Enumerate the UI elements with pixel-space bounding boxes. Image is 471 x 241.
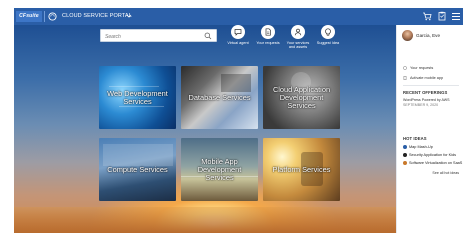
idea-icon [403, 145, 407, 149]
top-bar: CFsuite CLOUD SERVICE PORTAL [14, 8, 463, 25]
tile-platform[interactable]: Platform Services [263, 138, 340, 201]
tile-compute[interactable]: Compute Services [99, 138, 176, 201]
services-assets-label: Your services and assets [286, 41, 310, 50]
link-label: Your requests [410, 66, 434, 70]
tile-label: Mobile App Development Services [197, 156, 242, 182]
suggest-idea-label: Suggest Idea [316, 41, 340, 45]
idea-icon [403, 153, 407, 157]
search-input[interactable] [105, 33, 195, 40]
recent-offering-item[interactable]: WordPress Powered by AWS [403, 98, 461, 102]
tile-database[interactable]: Database Services [181, 66, 258, 129]
tile-label: Database Services [188, 92, 251, 102]
lightbulb-icon [325, 28, 331, 36]
search-icon[interactable] [204, 32, 212, 40]
link-activate-mobile-app[interactable]: Activate mobile app [403, 76, 443, 80]
clipboard-icon[interactable] [437, 11, 447, 21]
hot-idea-item[interactable]: Security Application for Kids [403, 153, 456, 157]
document-icon [265, 28, 271, 36]
portal-window: CFsuite CLOUD SERVICE PORTAL Search Virt… [14, 8, 463, 233]
virtual-agent-circle[interactable] [231, 25, 245, 39]
suggest-idea-circle[interactable] [321, 25, 335, 39]
hot-idea-item[interactable]: Software Virtualization on SaaS [403, 161, 462, 165]
hot-ideas-heading: HOT IDEAS [403, 136, 427, 141]
avatar[interactable] [402, 30, 413, 41]
brand-logo[interactable]: CFsuite [16, 11, 42, 22]
hot-idea-label: Security Application for Kids [409, 153, 457, 157]
hamburger-icon[interactable] [451, 12, 461, 21]
tile-label: Cloud Application Development Services [272, 84, 331, 110]
your-requests-label: Your requests [256, 41, 280, 45]
recent-offering-date: SEPTEMBER 9, 2020 [403, 103, 439, 107]
tile-web-development[interactable]: Web Development Services [99, 66, 176, 129]
topbar-divider [44, 11, 45, 22]
user-panel: Garcia, Eve Your requests Activate mobil… [396, 25, 463, 233]
tile-label: Web Development Services [107, 88, 168, 106]
people-icon [294, 28, 302, 36]
hot-idea-label: Software Virtualization on SaaS [409, 161, 463, 165]
cart-icon[interactable] [422, 11, 432, 21]
chevron-down-icon[interactable] [126, 13, 132, 19]
search-box[interactable] [100, 29, 217, 42]
chat-icon [234, 29, 242, 36]
hero-background [14, 25, 396, 233]
idea-icon [403, 161, 407, 165]
phone-icon [403, 76, 407, 80]
your-requests-circle[interactable] [261, 25, 275, 39]
portal-title[interactable]: CLOUD SERVICE PORTAL [62, 13, 132, 19]
tile-mobile-app[interactable]: Mobile App Development Services [181, 138, 258, 201]
quick-action-your-requests[interactable]: Your requests [253, 25, 283, 45]
user-name[interactable]: Garcia, Eve [416, 33, 440, 38]
quick-action-services-assets[interactable]: Your services and assets [283, 25, 313, 50]
hot-idea-label: Map Mash-Up [409, 145, 433, 149]
recent-offerings-heading: RECENT OFFERINGS [403, 90, 448, 95]
tile-cloud-application[interactable]: Cloud Application Development Services [263, 66, 340, 129]
quick-action-suggest-idea[interactable]: Suggest Idea [313, 25, 343, 45]
clock-icon [403, 66, 407, 70]
link-label: Activate mobile app [410, 76, 444, 80]
portal-icon[interactable] [48, 12, 57, 21]
see-all-hot-ideas-link[interactable]: See all hot ideas [432, 171, 459, 175]
virtual-agent-label: Virtual agent [227, 41, 249, 45]
hot-idea-item[interactable]: Map Mash-Up [403, 145, 433, 149]
services-assets-circle[interactable] [291, 25, 305, 39]
tile-label: Compute Services [107, 164, 168, 174]
quick-action-virtual-agent[interactable]: Virtual agent [223, 25, 253, 45]
divider [403, 85, 459, 86]
link-your-requests[interactable]: Your requests [403, 66, 433, 70]
hero-ground [14, 207, 396, 233]
tile-label: Platform Services [272, 164, 331, 174]
